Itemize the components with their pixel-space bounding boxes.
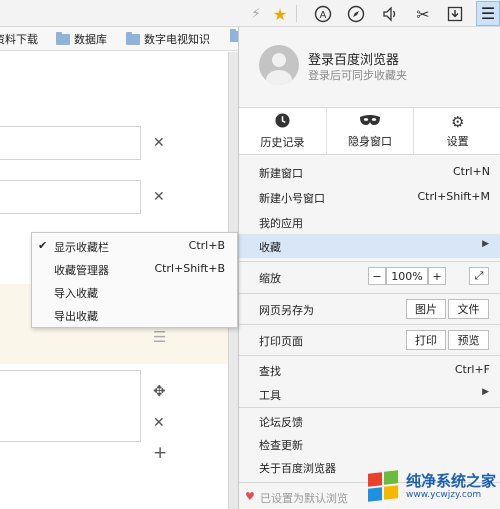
zoom-in-button[interactable]: + bbox=[428, 267, 446, 285]
svg-text:A: A bbox=[320, 10, 327, 21]
menu-item-check-update[interactable]: 检查更新 bbox=[239, 432, 500, 456]
menu-divider bbox=[239, 355, 500, 356]
a-circle-icon[interactable]: A bbox=[312, 3, 334, 25]
submenu-item-export[interactable]: 导出收藏 bbox=[32, 304, 237, 326]
windows-logo-icon bbox=[366, 470, 400, 502]
history-button[interactable]: 历史记录 bbox=[239, 108, 327, 154]
clock-icon bbox=[275, 112, 290, 131]
avatar[interactable] bbox=[259, 45, 299, 85]
menu-item-favorites[interactable]: 收藏 ▶ bbox=[239, 234, 500, 258]
move-icon[interactable]: ✥ bbox=[153, 382, 166, 400]
expand-icon: ⤢ bbox=[474, 269, 484, 282]
folder-icon bbox=[56, 31, 70, 45]
submenu-item-import[interactable]: 导入收藏 bbox=[32, 281, 237, 303]
quick-actions: 历史记录 隐身窗口 ⚙ 设置 bbox=[239, 107, 500, 155]
close-icon[interactable]: ✕ bbox=[153, 135, 165, 151]
login-title[interactable]: 登录百度浏览器 bbox=[308, 49, 399, 68]
browser-toolbar: ⚡ ★ A ✂ ☰ bbox=[0, 0, 500, 27]
menu-divider bbox=[239, 407, 500, 408]
chevron-right-icon: ▶ bbox=[482, 239, 489, 249]
menu-item-new-small-window[interactable]: 新建小号窗口 Ctrl+Shift+M bbox=[239, 185, 500, 209]
menu-icon: ☰ bbox=[480, 4, 496, 23]
bookmark-item[interactable]: 数字电视知识 bbox=[126, 31, 210, 47]
watermark-url: www.ycwjzy.com bbox=[406, 489, 482, 500]
menu-item-my-apps[interactable]: 我的应用 bbox=[239, 210, 500, 234]
text-area[interactable] bbox=[0, 370, 141, 442]
checkmark-icon: ✔ bbox=[38, 239, 48, 252]
favorites-submenu: ✔ 显示收藏栏 Ctrl+B 收藏管理器 Ctrl+Shift+B 导入收藏 导… bbox=[31, 232, 238, 328]
speaker-icon[interactable] bbox=[379, 3, 401, 25]
close-icon[interactable]: ✕ bbox=[153, 415, 165, 431]
print-button[interactable]: 打印 bbox=[406, 330, 446, 350]
mask-icon bbox=[359, 114, 381, 130]
settings-button[interactable]: ⚙ 设置 bbox=[414, 108, 500, 154]
menu-divider bbox=[239, 261, 500, 262]
browser-menu: 登录百度浏览器 登录后可同步收藏夹 历史记录 隐身窗口 ⚙ 设置 新建窗口 Ct… bbox=[238, 27, 500, 509]
menu-item-find[interactable]: 查找 Ctrl+F bbox=[239, 358, 500, 382]
heart-icon: ♥ bbox=[245, 490, 255, 503]
save-image-button[interactable]: 图片 bbox=[406, 299, 446, 319]
gear-icon: ⚙ bbox=[450, 112, 465, 131]
login-subtitle: 登录后可同步收藏夹 bbox=[308, 69, 407, 82]
menu-item-tools[interactable]: 工具 ▶ bbox=[239, 382, 500, 406]
bookmark-item[interactable]: 数据库 bbox=[56, 31, 107, 47]
menu-divider bbox=[239, 324, 500, 325]
history-label: 历史记录 bbox=[260, 135, 305, 149]
bookmark-item[interactable]: 资料下载 bbox=[0, 31, 38, 47]
watermark: 纯净系统之家 www.ycwjzy.com bbox=[366, 466, 496, 506]
compass-icon[interactable] bbox=[345, 3, 367, 25]
fullscreen-button[interactable]: ⤢ bbox=[469, 267, 489, 285]
star-icon[interactable]: ★ bbox=[269, 3, 291, 25]
watermark-title: 纯净系统之家 bbox=[406, 471, 497, 490]
menu-divider bbox=[239, 293, 500, 294]
preview-button[interactable]: 预览 bbox=[448, 330, 489, 350]
scissors-icon[interactable]: ✂ bbox=[412, 3, 434, 25]
download-icon[interactable] bbox=[444, 3, 466, 25]
settings-label: 设置 bbox=[446, 134, 469, 148]
incognito-label: 隐身窗口 bbox=[348, 134, 392, 148]
chevron-right-icon: ▶ bbox=[482, 387, 489, 397]
zoom-out-button[interactable]: − bbox=[368, 267, 386, 285]
list-icon[interactable]: ☰ bbox=[153, 328, 166, 346]
save-file-button[interactable]: 文件 bbox=[448, 299, 489, 319]
menu-item-new-window[interactable]: 新建窗口 Ctrl+N bbox=[239, 160, 500, 184]
toolbar-separator bbox=[296, 5, 297, 22]
menu-item-feedback[interactable]: 论坛反馈 bbox=[239, 409, 500, 433]
close-icon[interactable]: ✕ bbox=[153, 189, 165, 205]
submenu-item-bookmark-manager[interactable]: 收藏管理器 Ctrl+Shift+B bbox=[32, 258, 237, 280]
zoom-level: 100% bbox=[386, 267, 428, 285]
text-field[interactable] bbox=[0, 126, 141, 160]
plus-icon[interactable]: + bbox=[153, 443, 167, 463]
menu-button[interactable]: ☰ bbox=[476, 1, 500, 26]
submenu-item-show-bookmark-bar[interactable]: ✔ 显示收藏栏 Ctrl+B bbox=[32, 235, 237, 257]
folder-icon bbox=[126, 31, 140, 45]
text-field[interactable] bbox=[0, 180, 141, 214]
incognito-button[interactable]: 隐身窗口 bbox=[327, 108, 415, 154]
lightning-icon[interactable]: ⚡ bbox=[245, 3, 267, 25]
profile-section[interactable]: 登录百度浏览器 登录后可同步收藏夹 bbox=[239, 27, 500, 105]
